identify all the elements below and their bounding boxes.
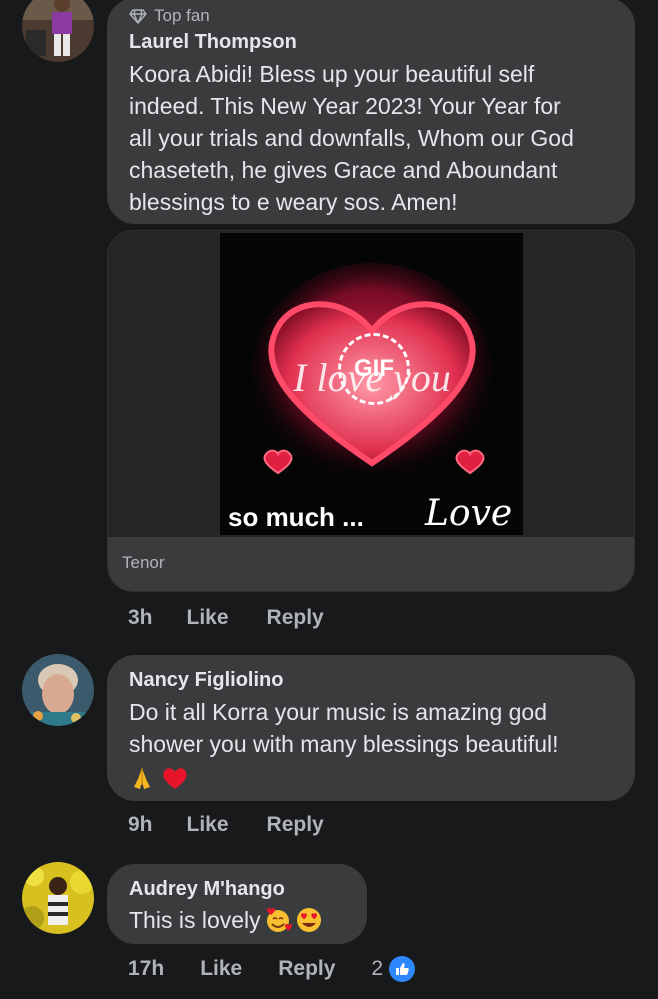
like-icon [389, 956, 416, 982]
like-button[interactable]: Like [187, 606, 229, 630]
comment-time[interactable]: 9h [128, 813, 153, 837]
gif-overlay-label: GIF [354, 355, 394, 382]
red-heart-icon [163, 768, 188, 789]
top-fan-badge: Top fan [129, 6, 613, 26]
thumbs-up-icon [396, 963, 409, 975]
comment-text-line: Koora Abidi! Bless up your beautiful sel… [129, 61, 535, 87]
comment-author[interactable]: Laurel Thompson [129, 29, 613, 55]
gif-play-overlay[interactable]: GIF [338, 333, 410, 405]
comment-text-line: shower you with many blessings beautiful… [129, 731, 559, 757]
comment-text-line: This is lovely [129, 907, 261, 933]
comment-text: Koora Abidi! Bless up your beautiful sel… [129, 58, 613, 218]
comment-bubble[interactable]: Audrey M'hango This is lovely [107, 864, 367, 944]
gif-caption-right: Love [424, 493, 512, 534]
comment-time[interactable]: 3h [128, 606, 153, 630]
avatar[interactable] [22, 654, 94, 726]
comment-text-line: chaseteth, he gives Grace and Aboundant [129, 157, 558, 183]
gif-image[interactable]: I love you so much ... Love GIF [220, 233, 523, 535]
like-button[interactable]: Like [200, 957, 242, 981]
reaction-count: 2 [371, 957, 384, 980]
reply-button[interactable]: Reply [278, 957, 335, 981]
avatar-audrey-icon [22, 862, 94, 934]
top-fan-label: Top fan [154, 6, 210, 25]
comment-bubble[interactable]: Nancy Figliolino Do it all Korra your mu… [107, 655, 635, 801]
comment-actions: 9h Like Reply [128, 813, 360, 837]
comment-actions: 17h Like Reply 2 [128, 956, 451, 982]
avatar[interactable] [22, 0, 94, 62]
smiling-face-with-hearts-icon [266, 908, 292, 932]
like-button[interactable]: Like [187, 813, 229, 837]
diamond-icon [129, 9, 147, 24]
comment-text-line: all your trials and downfalls, Whom our … [129, 125, 574, 151]
comment-author[interactable]: Nancy Figliolino [129, 667, 613, 693]
avatar-nancy-icon [22, 654, 94, 726]
comment-time[interactable]: 17h [128, 957, 164, 981]
reply-button[interactable]: Reply [267, 813, 324, 837]
comment-text-line: Do it all Korra your music is amazing go… [129, 699, 547, 725]
reply-button[interactable]: Reply [267, 606, 324, 630]
comment-laurel-thompson: Top fan Laurel Thompson Koora Abidi! Ble… [0, 0, 658, 640]
comment-text: This is lovely [129, 904, 345, 936]
heart-eyes-icon [296, 908, 321, 932]
folded-hands-icon [134, 767, 150, 789]
gif-attachment[interactable]: I love you so much ... Love GIF Tenor [107, 230, 635, 592]
comment-author[interactable]: Audrey M'hango [129, 876, 345, 902]
gif-source-label: Tenor [122, 553, 165, 572]
comment-actions: 3h Like Reply [128, 606, 360, 630]
comment-bubble[interactable]: Top fan Laurel Thompson Koora Abidi! Ble… [107, 0, 635, 224]
comment-text-line: blessings to e weary sos. Amen! [129, 189, 458, 215]
comment-text-line: indeed. This New Year 2023! Your Year fo… [129, 93, 561, 119]
avatar-laurel-icon [22, 0, 94, 62]
comment-emojis [129, 760, 613, 790]
reaction-summary[interactable]: 2 [371, 956, 451, 982]
comment-text: Do it all Korra your music is amazing go… [129, 696, 613, 790]
gif-source[interactable]: Tenor [108, 537, 634, 591]
avatar[interactable] [22, 862, 94, 934]
gif-caption-left: so much ... [228, 502, 364, 532]
